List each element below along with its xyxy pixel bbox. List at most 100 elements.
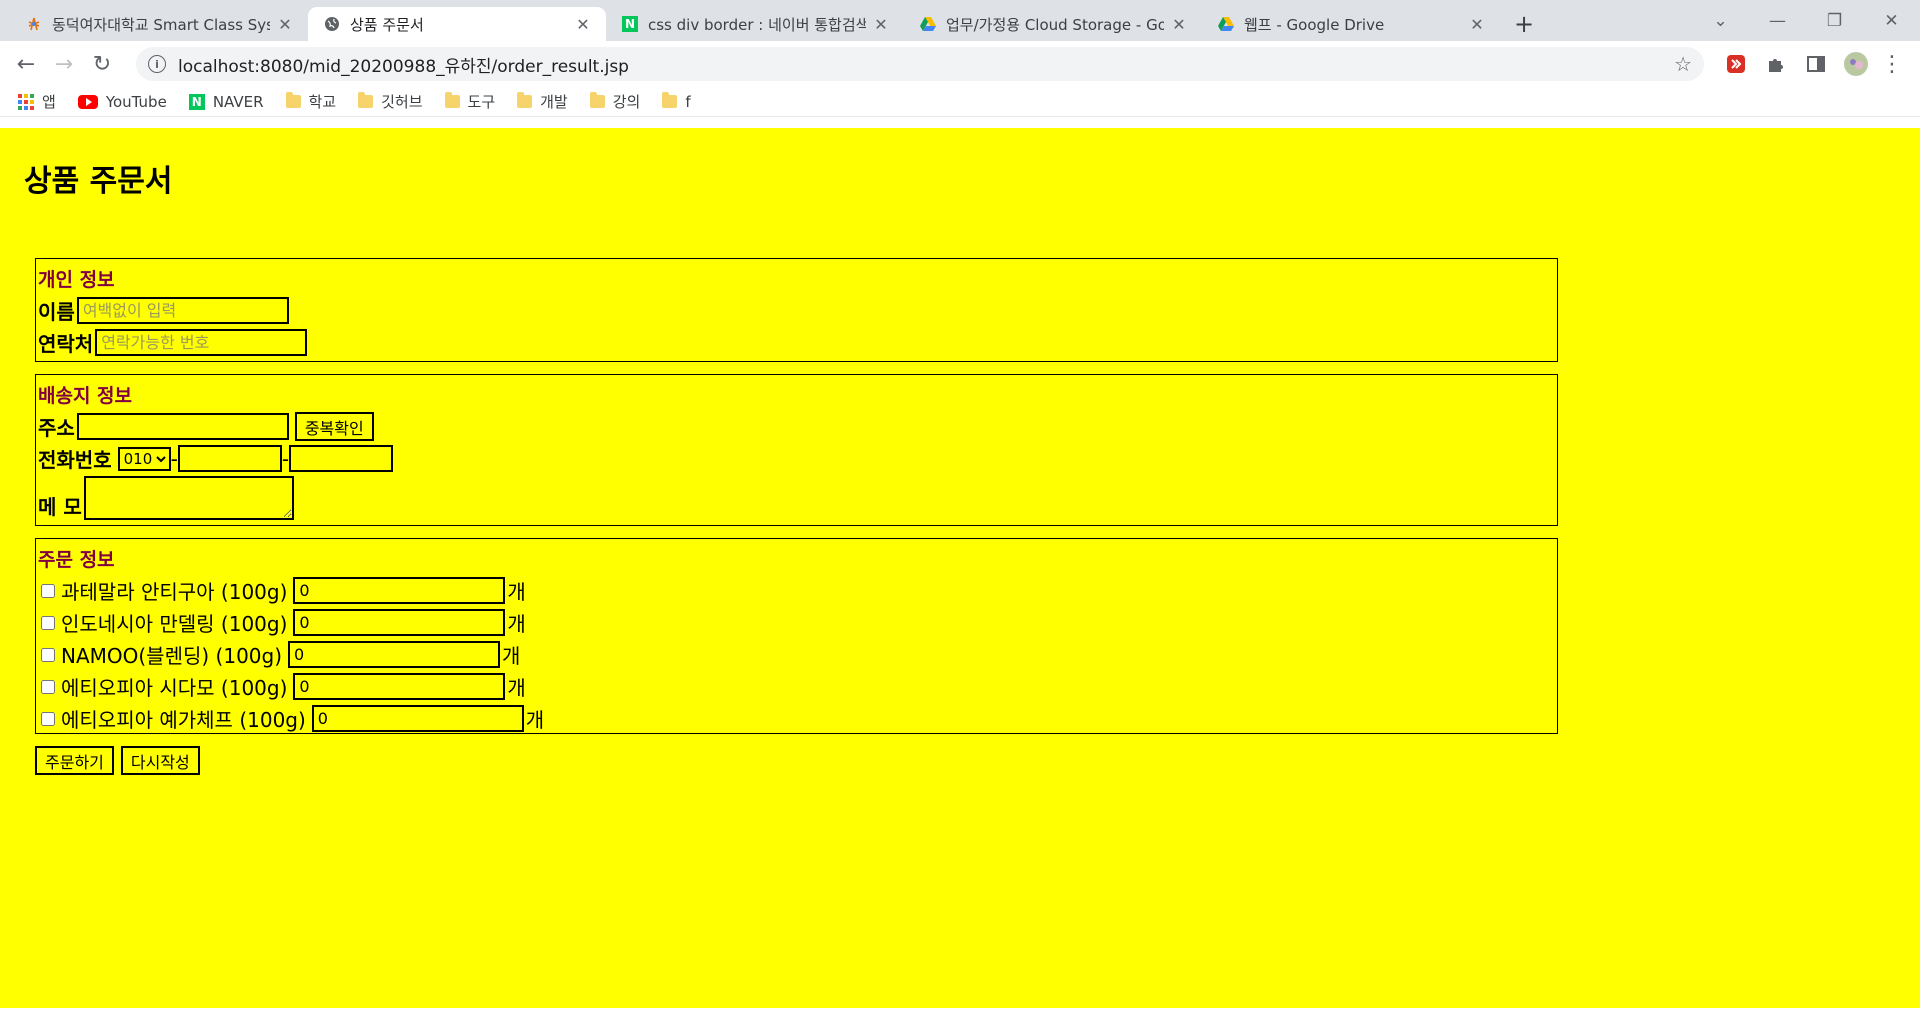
bookmark-youtube[interactable]: YouTube	[77, 92, 167, 111]
close-window-button[interactable]: ✕	[1863, 0, 1920, 41]
tab-order-form[interactable]: 상품 주문서 ✕	[308, 7, 606, 41]
google-drive-icon	[920, 16, 936, 32]
phone-row: 전화번호 010 - -	[38, 444, 1555, 473]
unit-label: 개	[525, 708, 545, 732]
reload-icon[interactable]: ↻	[84, 46, 120, 82]
apps-grid-icon	[18, 93, 34, 110]
profile-avatar[interactable]	[1838, 46, 1874, 82]
duplicate-check-button[interactable]: 중복확인	[294, 412, 374, 441]
close-icon[interactable]: ✕	[1170, 15, 1188, 34]
item-checkbox[interactable]	[41, 679, 55, 694]
tab-search-chevron-icon[interactable]: ⌄	[1692, 0, 1749, 41]
forward-arrow-icon[interactable]: →	[46, 46, 82, 82]
back-arrow-icon[interactable]: ←	[8, 46, 44, 82]
tab-naver-search[interactable]: N css div border : 네이버 통합검색 ✕	[606, 7, 904, 41]
phone-prefix-select[interactable]: 010	[117, 446, 171, 471]
menu-kebab-icon[interactable]: ⋮	[1874, 46, 1910, 82]
item-quantity-input[interactable]	[288, 641, 501, 668]
name-row: 이름	[38, 296, 1555, 325]
phone-middle-input[interactable]	[177, 445, 282, 472]
item-name: 과테말라 안티구아 (100g)	[61, 580, 288, 604]
url-text: localhost:8080/mid_20200988_유하진/order_re…	[178, 56, 629, 77]
tab-smart-class[interactable]: 동덕여자대학교 Smart Class Sys ✕	[10, 7, 308, 41]
item-quantity-input[interactable]	[293, 609, 506, 636]
bookmark-folder-dev[interactable]: 개발	[517, 91, 568, 112]
bookmark-folder-school[interactable]: 학교	[285, 91, 337, 112]
tab-title: css div border : 네이버 통합검색	[648, 15, 866, 34]
side-panel-icon[interactable]	[1798, 46, 1834, 82]
order-item-row: 과테말라 안티구아 (100g) 개	[38, 576, 1555, 605]
tab-cloud-storage[interactable]: 업무/가정용 Cloud Storage - Go ✕	[904, 7, 1202, 41]
address-input[interactable]	[76, 413, 289, 440]
bookmark-folder-tools[interactable]: 도구	[444, 91, 496, 112]
folder-icon	[589, 92, 605, 108]
close-icon[interactable]: ✕	[872, 15, 890, 34]
bookmark-star-icon[interactable]: ☆	[1674, 52, 1692, 76]
globe-icon	[324, 16, 340, 32]
item-checkbox[interactable]	[41, 583, 55, 598]
order-item-row: 인도네시아 만델링 (100g) 개	[38, 608, 1555, 637]
order-item-row: NAMOO(블렌딩) (100g) 개	[38, 640, 1555, 669]
bookmark-label: 깃허브	[381, 93, 423, 111]
bookmark-folder-github[interactable]: 깃허브	[358, 91, 423, 112]
phone-last-input[interactable]	[289, 445, 394, 472]
bookmark-folder-f[interactable]: f	[662, 92, 691, 111]
bookmark-naver[interactable]: N NAVER	[188, 92, 264, 111]
bookmark-label: 학교	[308, 93, 337, 111]
site-info-icon[interactable]: i	[148, 55, 166, 73]
item-name: 에티오피아 예가체프 (100g)	[61, 708, 306, 732]
close-icon[interactable]: ✕	[276, 15, 294, 34]
contact-input[interactable]	[95, 329, 308, 356]
personal-info-section: 개인 정보 이름 연락처	[35, 258, 1558, 362]
contact-row: 연락처	[38, 328, 1555, 357]
item-checkbox[interactable]	[41, 615, 55, 630]
name-label: 이름	[38, 300, 75, 324]
bookmark-label: NAVER	[212, 92, 264, 111]
bookmark-label: YouTube	[105, 92, 167, 111]
bookmark-folder-lecture[interactable]: 강의	[589, 91, 640, 112]
order-info-section: 주문 정보 과테말라 안티구아 (100g) 개 인도네시아 만델링 (100g…	[35, 538, 1558, 734]
extensions-puzzle-icon[interactable]	[1758, 46, 1794, 82]
unit-label: 개	[507, 676, 526, 700]
item-quantity-input[interactable]	[293, 577, 506, 604]
tab-title: 상품 주문서	[350, 15, 424, 34]
page-content: 상품 주문서 개인 정보 이름 연락처 배송지 정보 주소 중복확인 전화번호	[0, 128, 1920, 1008]
naver-icon: N	[622, 16, 638, 32]
memo-textarea[interactable]	[83, 476, 294, 520]
order-item-row: 에티오피아 예가체프 (100g) 개	[38, 704, 1555, 733]
section-heading: 주문 정보	[38, 549, 115, 571]
extension-red-icon[interactable]	[1718, 46, 1754, 82]
shipping-info-section: 배송지 정보 주소 중복확인 전화번호 010 - - 메 모	[35, 374, 1558, 526]
folder-icon	[517, 92, 533, 108]
unit-label: 개	[502, 644, 521, 668]
bookmark-label: f	[685, 92, 691, 111]
close-icon[interactable]: ✕	[574, 15, 592, 34]
item-checkbox[interactable]	[41, 711, 55, 726]
section-heading: 개인 정보	[38, 269, 115, 291]
restore-button[interactable]: ❐	[1806, 0, 1863, 41]
bookmark-apps[interactable]: 앱	[18, 91, 56, 112]
window-controls: ⌄ — ❐ ✕	[1692, 0, 1920, 41]
reset-form-button[interactable]: 다시작성	[120, 746, 200, 775]
google-drive-icon	[1218, 16, 1234, 32]
naver-icon: N	[188, 93, 205, 110]
item-name: NAMOO(블렌딩) (100g)	[61, 644, 283, 668]
tab-google-drive[interactable]: 웹프 - Google Drive ✕	[1202, 7, 1500, 41]
memo-label: 메 모	[38, 495, 82, 519]
item-quantity-input[interactable]	[311, 705, 524, 732]
item-quantity-input[interactable]	[293, 673, 506, 700]
tab-title: 웹프 - Google Drive	[1244, 15, 1385, 34]
contact-label: 연락처	[38, 332, 94, 356]
submit-order-button[interactable]: 주문하기	[35, 746, 114, 775]
minimize-button[interactable]: —	[1749, 0, 1806, 41]
name-input[interactable]	[76, 297, 289, 324]
tab-strip: 동덕여자대학교 Smart Class Sys ✕ 상품 주문서 ✕ N css…	[0, 0, 1920, 41]
address-bar[interactable]: i localhost:8080/mid_20200988_유하진/order_…	[136, 47, 1704, 81]
memo-row: 메 모	[38, 476, 1555, 520]
new-tab-button[interactable]: +	[1506, 7, 1542, 41]
bookmark-label: 도구	[467, 93, 496, 111]
close-icon[interactable]: ✕	[1468, 15, 1486, 34]
item-checkbox[interactable]	[41, 647, 55, 662]
folder-icon	[662, 92, 678, 108]
bookmarks-bar: 앱 YouTube N NAVER 학교 깃허브 도구 개발 강의 f	[0, 87, 1920, 117]
